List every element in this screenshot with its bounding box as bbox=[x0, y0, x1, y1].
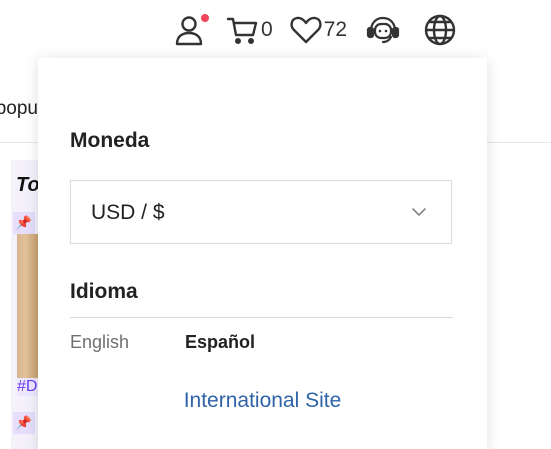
language-divider bbox=[70, 317, 453, 318]
language-option-spanish[interactable]: Español bbox=[185, 332, 255, 353]
background-card-tag: #D bbox=[17, 378, 38, 396]
pin-icon: 📌 bbox=[13, 412, 35, 434]
background-nav-text: popu bbox=[0, 98, 38, 119]
region-button[interactable] bbox=[423, 13, 457, 47]
background-card-title: To bbox=[16, 174, 38, 196]
cart-icon bbox=[226, 17, 258, 45]
currency-title: Moneda bbox=[70, 129, 150, 152]
notification-dot bbox=[201, 14, 209, 22]
wishlist-count: 72 bbox=[323, 18, 348, 41]
background-product-card[interactable]: To 📌 #D 📌 bbox=[11, 160, 38, 449]
chevron-down-icon bbox=[412, 208, 426, 216]
cart-count: 0 bbox=[261, 18, 273, 41]
support-agent-icon bbox=[366, 16, 400, 44]
language-option-english[interactable]: English bbox=[70, 332, 129, 353]
currency-select[interactable]: USD / $ bbox=[70, 180, 452, 244]
page: 0 72 popu To 📌 #D 📌 Moneda USD / $ Idiom… bbox=[0, 0, 551, 449]
region-settings-dropdown: Moneda USD / $ Idioma English Español In… bbox=[38, 58, 487, 449]
currency-selected-value: USD / $ bbox=[91, 201, 165, 224]
international-site-link[interactable]: International Site bbox=[38, 389, 487, 413]
cart-button[interactable]: 0 bbox=[226, 13, 273, 47]
wishlist-button[interactable]: 72 bbox=[289, 13, 347, 47]
background-product-image bbox=[17, 234, 38, 378]
language-title: Idioma bbox=[70, 280, 138, 303]
support-button[interactable] bbox=[365, 13, 401, 47]
header-icon-bar: 0 72 bbox=[172, 10, 457, 50]
account-button[interactable] bbox=[172, 13, 209, 47]
globe-icon bbox=[424, 14, 456, 46]
heart-icon bbox=[290, 16, 322, 44]
pin-icon: 📌 bbox=[13, 212, 35, 234]
